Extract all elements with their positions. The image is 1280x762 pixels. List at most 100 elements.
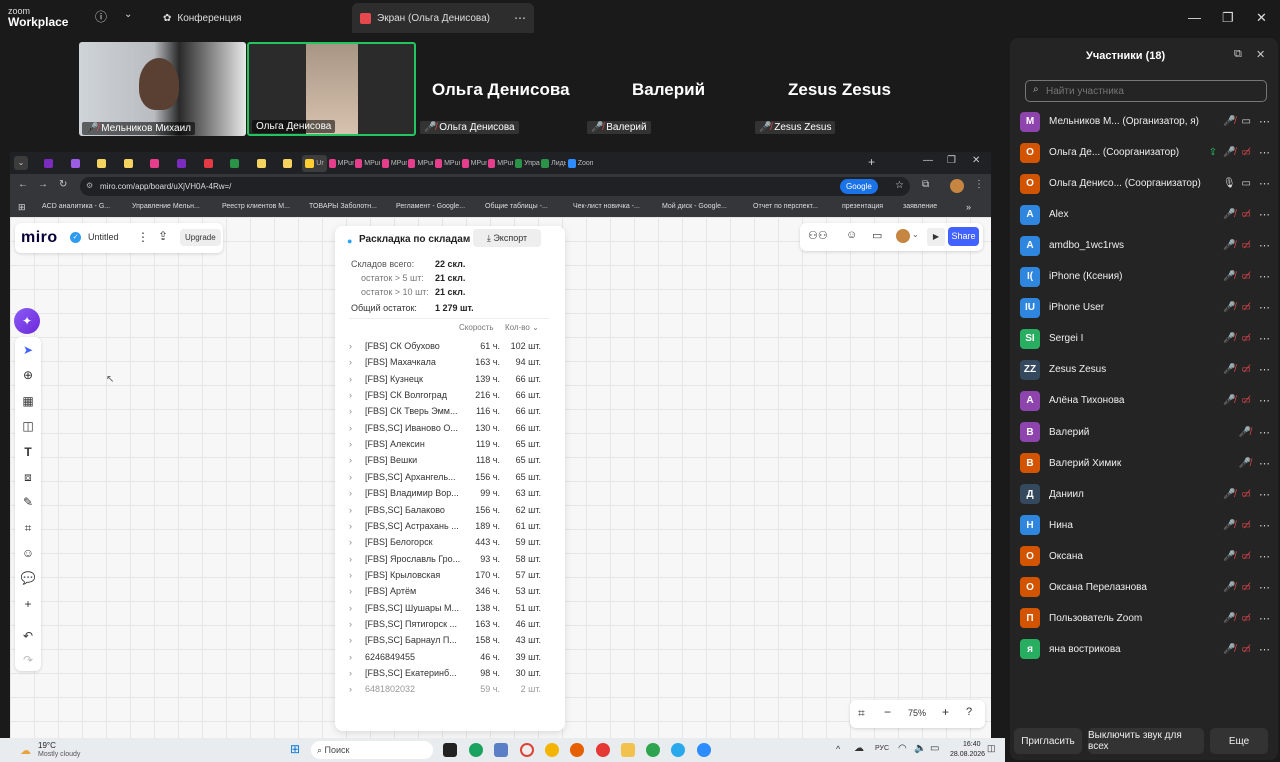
participant-row[interactable]: В Валерий Химик 🎤̸ ⋯	[1020, 448, 1270, 479]
expand-chevron-icon[interactable]: ›	[349, 554, 352, 564]
zoom-app-icon[interactable]	[697, 743, 711, 757]
close-icon[interactable]: ✕	[972, 155, 980, 166]
comment-icon[interactable]: 💬	[19, 569, 37, 587]
help-icon[interactable]: ?	[966, 706, 972, 718]
text-tool-icon[interactable]: T	[19, 443, 37, 461]
tray-chevron-icon[interactable]: ^	[836, 744, 840, 754]
chat-icon[interactable]: ☺	[846, 229, 857, 241]
warehouse-row[interactable]: › [FBS,SC] Екатеринб... 98 ч. 30 шт.	[335, 666, 565, 682]
participant-more-icon[interactable]: ⋯	[1259, 426, 1270, 439]
maximize-icon[interactable]: ❐	[947, 155, 956, 166]
fit-screen-icon[interactable]: ⌗	[858, 706, 865, 721]
chevron-down-icon[interactable]: ⌄	[912, 230, 919, 239]
warehouse-row[interactable]: › [FBS] Владимир Вор... 99 ч. 63 шт.	[335, 486, 565, 502]
warehouse-row[interactable]: › [FBS] Ярославль Гро... 93 ч. 58 шт.	[335, 552, 565, 568]
zoom-out-icon[interactable]: −	[884, 705, 891, 719]
warehouse-row[interactable]: › [FBS] Крыловская 170 ч. 57 шт.	[335, 568, 565, 584]
battery-icon[interactable]: ▭	[930, 743, 939, 754]
browser-tab[interactable]: Zoom	[568, 155, 593, 172]
present-icon[interactable]: ▶	[927, 228, 945, 246]
participant-row[interactable]: О Ольга Денисо... (Соорганизатор) 🎙 ▭ ⋯	[1020, 168, 1270, 199]
video-icon[interactable]: ▭	[1242, 178, 1251, 189]
add-more-icon[interactable]: +	[19, 595, 37, 613]
explorer-icon[interactable]	[621, 743, 635, 757]
expand-chevron-icon[interactable]: ›	[349, 603, 352, 613]
participant-row[interactable]: О Оксана Перелазнова 🎤̸ ▭̸ ⋯	[1020, 572, 1270, 603]
expand-chevron-icon[interactable]: ›	[349, 505, 352, 515]
frame-icon[interactable]: ⌗	[19, 519, 37, 537]
invite-button[interactable]: Пригласить	[1014, 728, 1082, 754]
video-off-icon[interactable]: ▭̸	[1242, 520, 1251, 531]
expand-chevron-icon[interactable]: ›	[349, 668, 352, 678]
bookmark-item[interactable]: Чек-лист новичка -...	[573, 203, 640, 210]
video-icon[interactable]: ▭	[1242, 116, 1251, 127]
chrome-icon[interactable]	[520, 743, 534, 757]
mic-muted-icon[interactable]: 🎤̸	[1223, 551, 1235, 562]
weather-desc[interactable]: Mostly cloudy	[38, 751, 80, 758]
warehouse-row[interactable]: › [FBS,SC] Астрахань ... 189 ч. 61 шт.	[335, 519, 565, 535]
warehouse-row[interactable]: › [FBS] Вешки 118 ч. 65 шт.	[335, 453, 565, 469]
participant-row[interactable]: Н Нина 🎤̸ ▭̸ ⋯	[1020, 510, 1270, 541]
language-indicator[interactable]: РУС	[875, 745, 889, 752]
firefox-icon[interactable]	[570, 743, 584, 757]
participant-more-icon[interactable]: ⋯	[1259, 208, 1270, 221]
video-off-icon[interactable]: ▭̸	[1242, 333, 1251, 344]
qty-column-header[interactable]: Кол-во ⌄	[505, 323, 539, 332]
mic-muted-icon[interactable]: 🎤̸	[1239, 458, 1251, 469]
profile-avatar[interactable]	[950, 179, 964, 193]
mic-muted-icon[interactable]: 🎤̸	[1223, 644, 1235, 655]
participant-more-icon[interactable]: ⋯	[1259, 457, 1270, 470]
reload-icon[interactable]: ↻	[59, 179, 67, 190]
participant-more-icon[interactable]: ⋯	[1259, 612, 1270, 625]
browser-tab[interactable]: Лиды	[541, 155, 566, 172]
expand-chevron-icon[interactable]: ›	[349, 652, 352, 662]
bookmark-item[interactable]: ТОВАРЫ Заболотн...	[309, 203, 377, 210]
notifications-icon[interactable]: ◫	[987, 743, 996, 754]
browser-tab[interactable]: MPum	[381, 155, 407, 172]
miro-logo[interactable]: miro	[21, 229, 58, 247]
tray-cloud-icon[interactable]: ☁	[854, 743, 864, 754]
back-icon[interactable]: ←	[18, 179, 28, 190]
browser-menu-icon[interactable]: ⋮	[974, 179, 984, 190]
tab-meeting[interactable]: ✿ Конференция	[155, 3, 249, 33]
ai-sparkle-icon[interactable]: ✦	[14, 308, 40, 334]
telegram-icon[interactable]	[671, 743, 685, 757]
sticker-icon[interactable]: ☺	[19, 544, 37, 562]
browser-tab[interactable]: MPum	[435, 155, 460, 172]
browser-tab[interactable]	[142, 155, 167, 172]
warehouse-row[interactable]: › [FBS,SC] Архангель... 156 ч. 65 шт.	[335, 470, 565, 486]
settings-icon[interactable]	[494, 743, 508, 757]
mic-muted-icon[interactable]: 🎤̸	[1223, 364, 1235, 375]
video-tile-2[interactable]: Ольга Денисова	[247, 42, 416, 136]
participant-more-icon[interactable]: ⋯	[1259, 239, 1270, 252]
expand-chevron-icon[interactable]: ›	[349, 472, 352, 482]
tab-search-icon[interactable]: ⌄	[14, 156, 28, 170]
warehouse-row[interactable]: › [FBS] Махачкала 163 ч. 94 шт.	[335, 355, 565, 371]
mic-muted-icon[interactable]: 🎤̸	[1223, 302, 1235, 313]
more-bookmarks-icon[interactable]: »	[966, 202, 971, 212]
participant-row[interactable]: В Валерий 🎤̸ ⋯	[1020, 417, 1270, 448]
board-menu-icon[interactable]: ⋮	[137, 230, 149, 244]
warehouse-row[interactable]: › [FBS] Артём 346 ч. 53 шт.	[335, 584, 565, 600]
share-button[interactable]: Share	[948, 227, 979, 246]
yandex-icon[interactable]	[596, 743, 610, 757]
volume-icon[interactable]: 🔈	[914, 743, 926, 754]
zoom-in-icon[interactable]: +	[942, 705, 949, 719]
expand-chevron-icon[interactable]: ›	[349, 406, 352, 416]
video-off-icon[interactable]: ▭̸	[1242, 240, 1251, 251]
participant-more-icon[interactable]: ⋯	[1259, 581, 1270, 594]
zoom-level[interactable]: 75%	[908, 708, 926, 718]
participant-row[interactable]: я яна вострикова 🎤̸ ▭̸ ⋯	[1020, 634, 1270, 665]
popout-icon[interactable]: ⧉	[1234, 48, 1242, 61]
participant-search[interactable]: ⌕	[1025, 80, 1267, 102]
browser-tab[interactable]: MPum	[408, 155, 433, 172]
upgrade-button[interactable]: Upgrade	[180, 229, 221, 246]
participant-more-icon[interactable]: ⋯	[1259, 115, 1270, 128]
close-icon[interactable]: ✕	[1256, 48, 1265, 61]
warehouse-row[interactable]: › [FBS,SC] Иваново О... 130 ч. 66 шт.	[335, 421, 565, 437]
video-tile-1[interactable]: 🎤̸ Мельников Михаил	[79, 42, 246, 136]
participant-row[interactable]: Д Даниил 🎤̸ ▭̸ ⋯	[1020, 479, 1270, 510]
participant-more-icon[interactable]: ⋯	[1259, 177, 1270, 190]
site-info-icon[interactable]: ⚙	[86, 181, 93, 190]
video-off-icon[interactable]: ▭̸	[1242, 551, 1251, 562]
